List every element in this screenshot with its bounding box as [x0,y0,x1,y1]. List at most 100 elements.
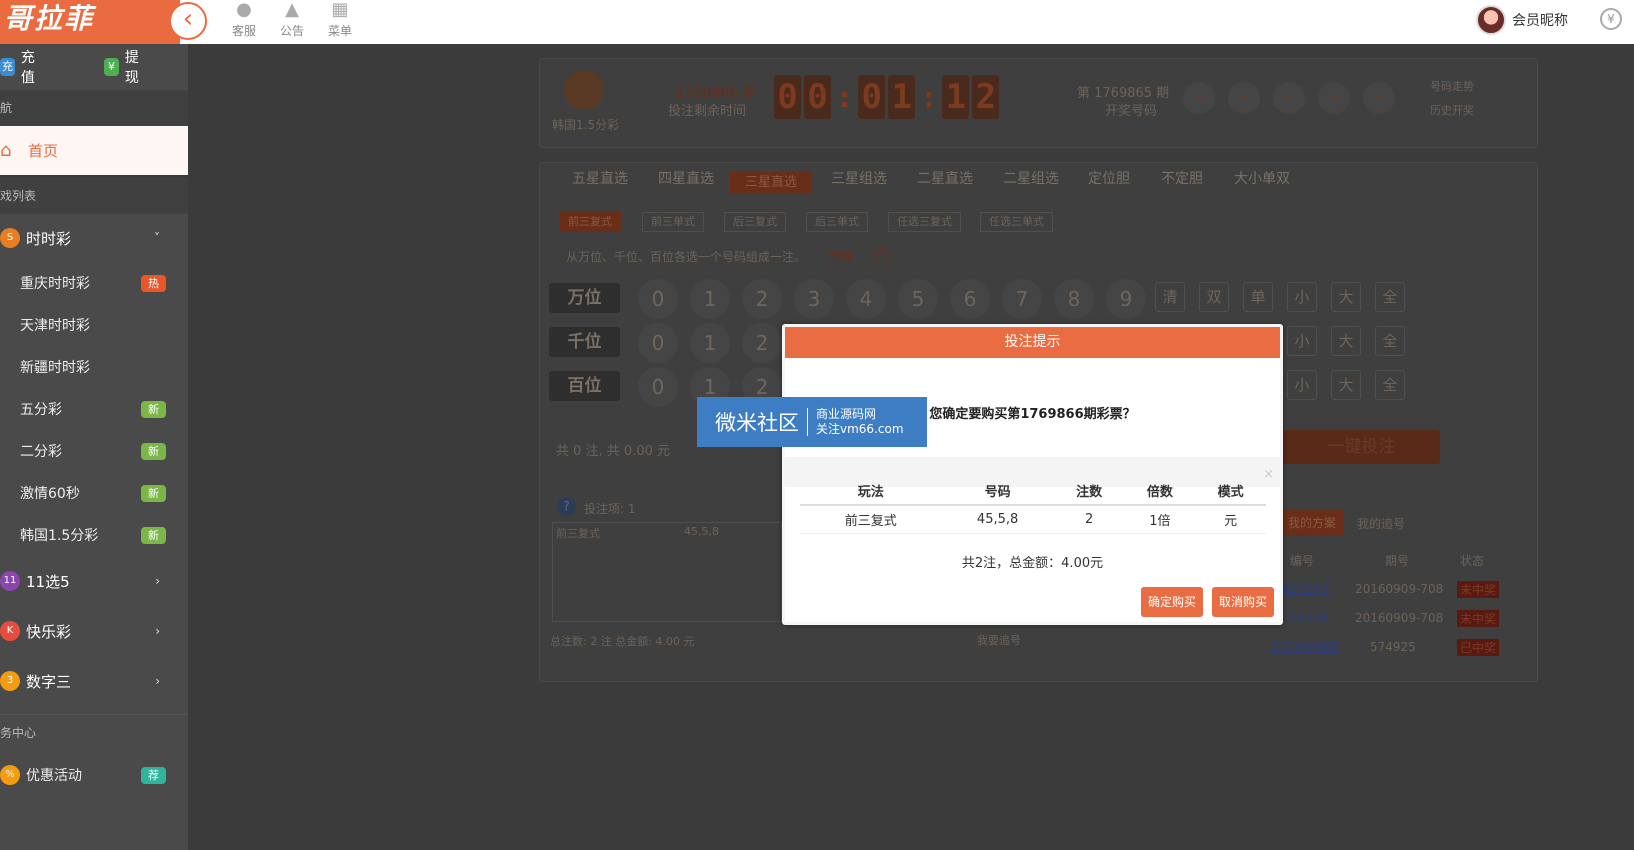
chevron-right-icon: › [155,674,160,688]
section-service-label: 务中心 [0,714,188,750]
sidebar-item-home[interactable]: ⌂ 首页 [0,126,188,178]
number-ball[interactable]: 8 [1054,279,1094,319]
subtab-qiansan-danshi[interactable]: 前三单式 [642,212,704,232]
last-period-label: 第 1769865 期 [1077,86,1170,101]
tab-dingweidan[interactable]: 定位胆 [1088,168,1130,188]
example-link[interactable]: 范例 [828,248,852,265]
quick-select-button[interactable]: 大 [1331,370,1361,400]
info-icon[interactable]: ! [874,248,890,264]
chevron-down-icon: ˅ [154,231,160,245]
record-status: 未中奖 [1457,610,1500,627]
subtab-renxuan-danshi[interactable]: 任选三单式 [980,212,1053,232]
game-name: 韩国1.5分彩 [552,118,620,132]
subtab-housan-fushi[interactable]: 后三复式 [724,212,786,232]
new-badge: 新 [141,526,166,544]
nav-customer-service[interactable]: ● 客服 [220,0,268,44]
tab-sixing[interactable]: 四星直选 [658,168,714,188]
sidebar-group-ssc[interactable]: S 时时彩 ˅ [0,214,188,262]
number-ball[interactable]: 0 [638,279,678,319]
tab-sanxing-zuxuan[interactable]: 三星组选 [831,168,887,188]
sidebar-item-promo[interactable]: % 优惠活动荐 [0,750,188,800]
sz3-icon: 3 [0,671,20,691]
sidebar-group-sz3[interactable]: 3 数字三 › [0,656,188,706]
number-ball[interactable]: 2 [742,323,782,363]
cancel-purchase-button[interactable]: 取消购买 [1212,587,1275,617]
tab-erxing-zuxuan[interactable]: 二星组选 [1003,168,1059,188]
quick-select-button[interactable]: 小 [1287,370,1317,400]
sidebar-item-2fc[interactable]: 二分彩新 [0,430,188,472]
dialog-title: 投注提示 [785,327,1280,358]
user-nickname: 会员昵称 [1512,13,1568,29]
countdown-digit: 0 [804,75,831,119]
number-ball[interactable]: 0 [638,323,678,363]
user-menu[interactable]: 会员昵称 [1476,4,1568,36]
trend-link[interactable]: 号码走势 [1430,78,1474,94]
tab-wuxing[interactable]: 五星直选 [572,168,628,188]
withdraw-button[interactable]: ¥ 提现 [104,47,148,87]
sidebar-group-klc[interactable]: K 快乐彩 › [0,606,188,656]
quick-select-button[interactable]: 小 [1287,282,1317,312]
sidebar-item-cqssc[interactable]: 重庆时时彩热 [0,262,188,304]
sidebar-item-tjssc[interactable]: 天津时时彩 [0,304,188,346]
number-ball[interactable]: 7 [1002,279,1042,319]
confirm-purchase-button[interactable]: 确定购买 [1141,587,1204,617]
cell-multiple: 1倍 [1124,505,1196,534]
number-ball[interactable]: 0 [638,367,678,407]
sidebar-item-5fc[interactable]: 五分彩新 [0,388,188,430]
tab-my-plans[interactable]: 我的方案 [1281,510,1343,536]
watermark-banner: 微米社区 商业源码网 关注vm66.com [697,397,927,447]
col-header-play: 玩法 [800,477,942,506]
subtab-renxuan-fushi[interactable]: 任选三复式 [888,212,961,232]
number-ball[interactable]: 1 [690,279,730,319]
quick-select-button[interactable]: 大 [1331,282,1361,312]
quick-select-button[interactable]: 全 [1375,370,1405,400]
coin-icon[interactable]: ¥ [1600,8,1622,30]
tab-erxing-zhixuan[interactable]: 二星直选 [917,168,973,188]
subtab-qiansan-fushi[interactable]: 前三复式 [559,212,621,232]
recharge-button[interactable]: 充充值 [0,47,44,87]
quick-select-button[interactable]: 小 [1287,326,1317,356]
history-link[interactable]: 历史开奖 [1430,102,1474,118]
sidebar-item-xjssc[interactable]: 新疆时时彩 [0,346,188,388]
one-click-bet-button[interactable]: 一键投注 [1283,430,1440,464]
countdown-digit: 2 [972,75,1000,119]
col-header-id: 编号 [1290,554,1315,568]
watermark-title: 微米社区 [715,411,799,435]
sidebar-item-korea15[interactable]: 韩国1.5分彩新 [0,514,188,556]
countdown-colon: : [923,80,935,114]
draw-ball: - [1228,82,1260,114]
number-ball[interactable]: 1 [690,323,730,363]
tab-budingdan[interactable]: 不定胆 [1161,168,1203,188]
number-ball[interactable]: 6 [950,279,990,319]
avatar [1476,5,1506,35]
number-ball[interactable]: 9 [1106,279,1146,319]
countdown-colon: : [839,80,851,114]
tab-sanxing-zhixuan[interactable]: 三星直选 [730,172,812,194]
number-ball[interactable]: 5 [898,279,938,319]
sidebar-item-60s[interactable]: 激情60秒新 [0,472,188,514]
quick-select-button[interactable]: 全 [1375,326,1405,356]
nav-announcement[interactable]: ▲ 公告 [268,0,316,44]
hot-badge: 热 [141,274,166,292]
number-ball[interactable]: 3 [794,279,834,319]
quick-select-button[interactable]: 全 [1375,282,1405,312]
quick-select-button[interactable]: 双 [1199,282,1229,312]
remaining-label: 投注剩余时间 [668,104,747,119]
new-badge: 新 [141,442,166,460]
selection-summary: 共 0 注, 共 0.00 元 [556,444,671,459]
nav-menu[interactable]: ▦ 菜单 [316,0,364,44]
back-button[interactable]: ‹ [169,2,207,40]
quick-select-button[interactable]: 单 [1243,282,1273,312]
quick-select-button[interactable]: 大 [1331,326,1361,356]
subtab-housan-danshi[interactable]: 后三单式 [806,212,868,232]
tab-my-chase[interactable]: 我的追号 [1357,515,1405,532]
number-ball[interactable]: 2 [742,279,782,319]
help-icon: ? [557,497,576,516]
chase-checkbox[interactable]: 我要追号 [977,632,1021,648]
number-ball[interactable]: 4 [846,279,886,319]
bet-item-count: 投注项: 1 [584,502,636,516]
sidebar-group-11x5[interactable]: 11 11选5 › [0,556,188,606]
quick-select-button[interactable]: 清 [1155,282,1185,312]
record-id[interactable]: 2093WMBE [1270,640,1339,654]
tab-daxiaodanshuang[interactable]: 大小单双 [1234,168,1290,188]
